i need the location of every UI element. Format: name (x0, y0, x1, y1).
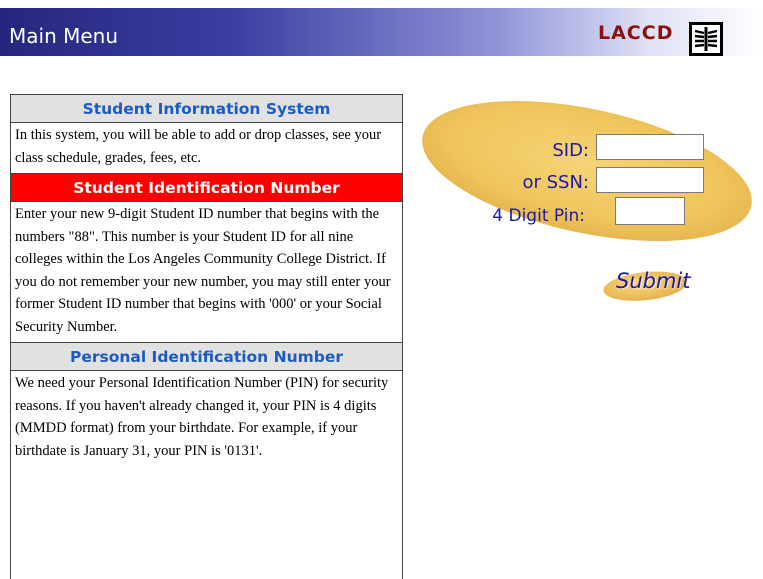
section-text-student-id-number: Enter your new 9-digit Student ID number… (11, 202, 402, 343)
info-panel: Student Information System In this syste… (10, 94, 403, 579)
submit-button[interactable]: Submit (593, 262, 701, 306)
sid-label: SID: (552, 140, 589, 161)
section-text-student-info-system: In this system, you will be able to add … (11, 123, 402, 174)
section-heading-personal-id-number: Personal Identification Number (11, 343, 402, 371)
header-bar: Main Menu LACCD (0, 8, 763, 56)
ssn-input[interactable] (596, 167, 704, 193)
laccd-emblem-icon (689, 22, 723, 56)
pin-label: 4 Digit Pin: (492, 206, 585, 226)
laccd-logo-text: LACCD (598, 22, 674, 44)
section-heading-student-id-number: Student Identification Number (11, 174, 402, 202)
section-heading-student-info-system: Student Information System (11, 95, 402, 123)
pin-input[interactable] (615, 197, 685, 225)
sid-input[interactable] (596, 134, 704, 160)
submit-label: Submit (616, 269, 691, 293)
section-text-personal-id-number: We need your Personal Identification Num… (15, 375, 389, 459)
page-title: Main Menu (9, 24, 119, 48)
ssn-label: or SSN: (522, 172, 589, 193)
